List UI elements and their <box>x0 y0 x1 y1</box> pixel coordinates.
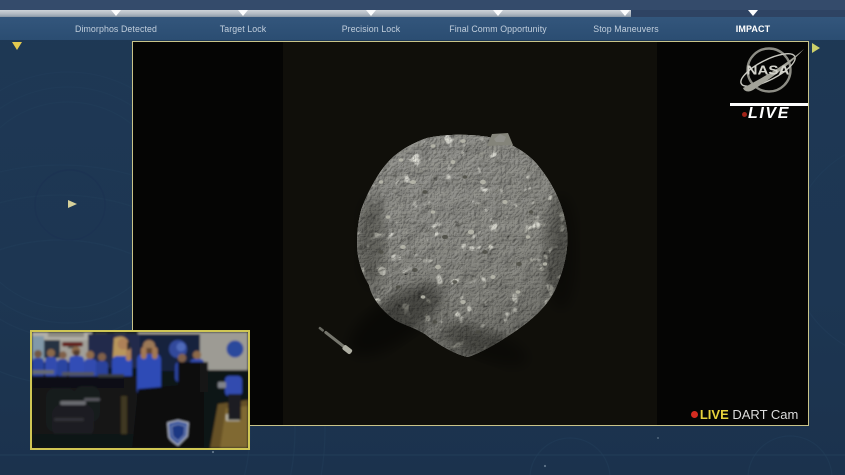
svg-text:NASA: NASA <box>747 63 791 78</box>
